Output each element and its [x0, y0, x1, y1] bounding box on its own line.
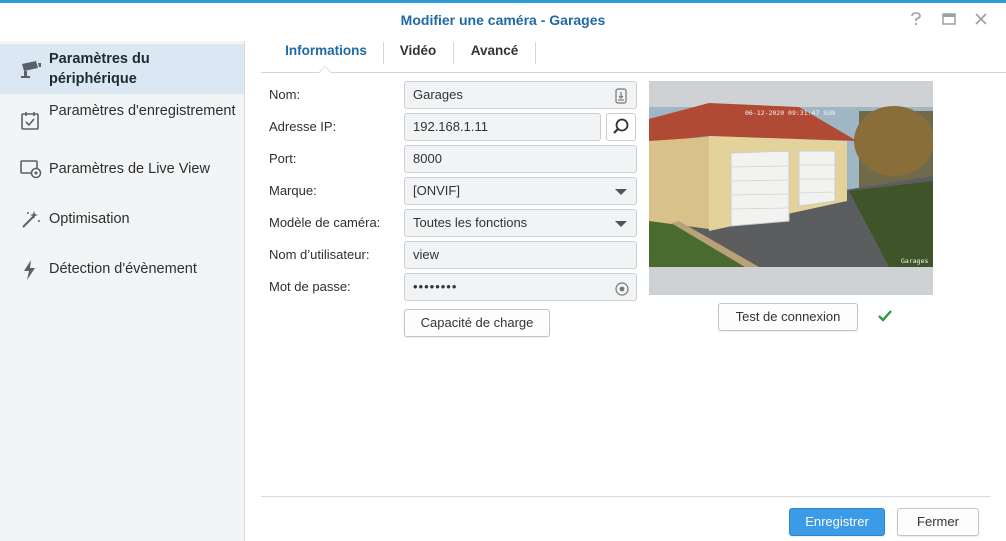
brand-value: [ONVIF]	[413, 183, 460, 198]
dialog-title: Modifier une caméra - Garages	[400, 12, 606, 28]
maximize-icon[interactable]	[940, 12, 958, 28]
active-tab-indicator	[318, 66, 332, 73]
sidebar-item-label: Paramètres de Live View	[49, 161, 210, 177]
preview-camera-label: Garages	[901, 257, 929, 265]
camera-preview: 06-12-2020 09:31:47 SUN Garages	[649, 81, 933, 295]
sidebar-item-recording-settings[interactable]: Paramètres d'enregistrement	[0, 96, 244, 146]
preview-timestamp: 06-12-2020 09:31:47 SUN	[745, 109, 836, 117]
sidebar-item-device-settings[interactable]: Paramètres du périphérique	[0, 44, 244, 94]
monitor-eye-icon	[20, 159, 42, 181]
sidebar: Paramètres du périphérique Paramètres d'…	[0, 41, 245, 541]
edit-camera-dialog: Modifier une caméra - Garages Paramètres…	[0, 0, 1006, 541]
port-label: Port:	[269, 151, 297, 166]
save-button[interactable]: Enregistrer	[789, 508, 885, 536]
text-field-icon	[615, 87, 629, 104]
name-field[interactable]: Garages	[404, 81, 637, 109]
close-button[interactable]: Fermer	[897, 508, 979, 536]
chevron-down-icon	[615, 189, 627, 195]
sidebar-item-live-view-settings[interactable]: Paramètres de Live View	[0, 151, 244, 187]
footer-divider	[261, 496, 991, 497]
tab-video[interactable]: Vidéo	[384, 39, 452, 72]
ip-value: 192.168.1.11	[413, 119, 488, 134]
username-field[interactable]: view	[404, 241, 637, 269]
show-password-icon[interactable]	[615, 280, 629, 296]
camera-icon	[20, 59, 42, 81]
name-value: Garages	[413, 87, 463, 102]
capacity-button[interactable]: Capacité de charge	[404, 309, 550, 337]
password-field[interactable]: ••••••••	[404, 273, 637, 301]
port-field[interactable]: 8000	[404, 145, 637, 173]
title-bar: Modifier une caméra - Garages	[0, 3, 1006, 41]
search-icon	[613, 118, 629, 134]
help-icon[interactable]	[907, 12, 925, 29]
model-label: Modèle de caméra:	[269, 215, 381, 230]
calendar-check-icon	[20, 111, 42, 133]
username-value: view	[413, 247, 440, 262]
tab-separator	[535, 42, 536, 64]
brand-select[interactable]: [ONVIF]	[404, 177, 637, 205]
username-label: Nom d’utilisateur:	[269, 247, 370, 262]
sidebar-item-label: Paramètres d'enregistrement	[49, 103, 236, 119]
search-ip-button[interactable]	[606, 113, 636, 141]
password-value: ••••••••	[413, 279, 458, 294]
sidebar-item-label: Paramètres du périphérique	[49, 51, 150, 87]
password-label: Mot de passe:	[269, 279, 351, 294]
magic-wand-icon	[20, 209, 42, 231]
sidebar-item-optimization[interactable]: Optimisation	[0, 201, 244, 237]
ip-field[interactable]: 192.168.1.11	[404, 113, 601, 141]
checkmark-icon	[877, 309, 893, 328]
tab-bar: Informations Vidéo Avancé	[261, 39, 1006, 73]
sidebar-item-label: Optimisation	[49, 211, 130, 227]
tab-advanced[interactable]: Avancé	[454, 39, 535, 72]
test-connection-button[interactable]: Test de connexion	[718, 303, 858, 331]
chevron-down-icon	[615, 221, 627, 227]
port-value: 8000	[413, 151, 442, 166]
name-label: Nom:	[269, 87, 301, 102]
lightning-icon	[20, 259, 42, 281]
brand-label: Marque:	[269, 183, 317, 198]
model-select[interactable]: Toutes les fonctions	[404, 209, 637, 237]
sidebar-item-event-detection[interactable]: Détection d'évènement	[0, 251, 244, 287]
ip-label: Adresse IP:	[269, 119, 337, 134]
sidebar-item-label: Détection d'évènement	[49, 261, 197, 277]
close-icon[interactable]	[972, 12, 990, 28]
model-value: Toutes les fonctions	[413, 215, 528, 230]
